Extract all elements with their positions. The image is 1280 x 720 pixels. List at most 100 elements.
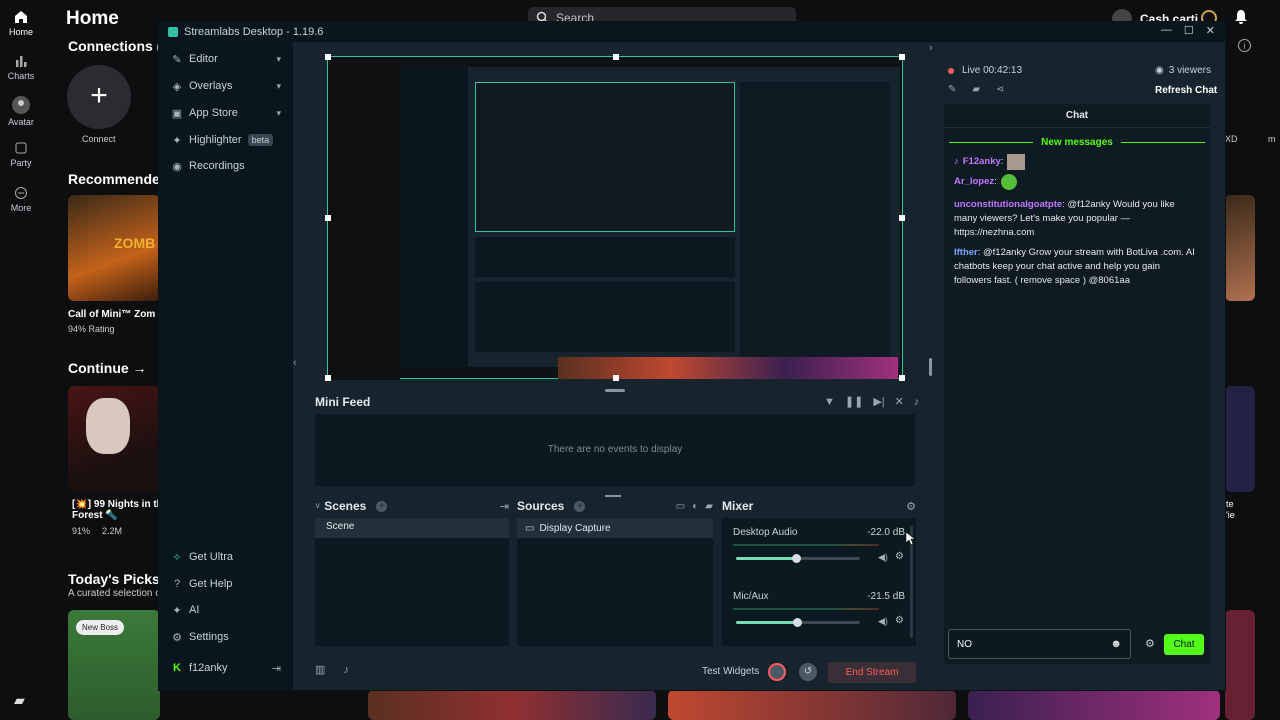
chat-username[interactable]: F12anky	[963, 155, 1001, 169]
stream-preview[interactable]	[325, 54, 905, 381]
add-scene-icon[interactable]: +	[376, 500, 388, 512]
mixer-settings-icon[interactable]: ⚙	[906, 500, 916, 513]
sidebar-item-recordings[interactable]: ◉ Recordings	[159, 153, 293, 179]
mixer-header: Mixer ⚙	[722, 499, 916, 513]
speaker-icon[interactable]: ◀)	[878, 552, 888, 563]
notifications-icon[interactable]	[1234, 9, 1248, 30]
game2-title[interactable]: [💥] 99 Nights in th	[72, 499, 160, 510]
info-icon[interactable]: i	[1238, 39, 1251, 52]
beta-badge: beta	[247, 134, 274, 146]
new-messages-divider: New messages	[944, 137, 1210, 148]
scene-item[interactable]: Scene	[315, 518, 509, 538]
chat-input[interactable]: NO ☻	[948, 629, 1131, 659]
game-thumbnail-99-nights[interactable]	[68, 386, 160, 492]
minimize-icon[interactable]: —	[1161, 24, 1172, 37]
maximize-icon[interactable]: ☐	[1184, 24, 1194, 37]
folder-icon[interactable]: ▰	[705, 501, 713, 512]
sidebar-item-settings[interactable]: ⚙ Settings	[159, 624, 293, 650]
more-icon	[15, 187, 27, 199]
editor-icon: ✎	[172, 53, 182, 66]
slider-knob[interactable]	[792, 618, 802, 627]
nav-more[interactable]: More	[0, 186, 42, 213]
scenes-header: ˅ Scenes + ⇥	[315, 499, 509, 513]
slider-knob[interactable]	[791, 554, 801, 563]
filter-icon[interactable]: ▼	[824, 396, 835, 408]
game-title[interactable]: Call of Mini™ Zom	[68, 309, 160, 320]
share-icon[interactable]: ⋖	[996, 84, 1004, 95]
emoji-icon[interactable]: ☻	[1110, 638, 1122, 650]
continue-heading[interactable]: Continue →	[68, 360, 147, 376]
notification-bell-icon[interactable]: ♪	[343, 664, 349, 676]
sources-header: Sources + ▭ ◐ ▰	[517, 499, 713, 513]
skip-icon[interactable]: ▶|	[873, 395, 884, 408]
nav-party[interactable]: Party	[0, 141, 42, 168]
right-connection-label-2: m	[1268, 134, 1276, 144]
drag-handle-2[interactable]	[605, 495, 621, 497]
chat-text: : @f12anky Grow your stream with BotLiva…	[954, 247, 1195, 286]
game-thumbnail[interactable]: ZOMB	[68, 195, 160, 301]
mute-alerts-icon[interactable]: ✕	[895, 395, 904, 408]
minifeed-empty-text: There are no events to display	[547, 444, 683, 455]
nav-avatar[interactable]: Avatar	[0, 96, 42, 127]
nav-charts[interactable]: Charts	[0, 54, 42, 81]
chat-username[interactable]: Ar_lopez	[954, 175, 994, 189]
sidebar-item-app-store[interactable]: ▣ App Store ▾	[159, 100, 293, 126]
slider-fill	[736, 621, 797, 624]
source-group-icon[interactable]: ▭	[676, 501, 685, 512]
drag-handle[interactable]	[605, 389, 625, 392]
window-titlebar: Streamlabs Desktop - 1.19.6 — ☐ ✕	[159, 22, 1225, 42]
speaker-icon[interactable]: ◀)	[878, 616, 888, 627]
chat-username[interactable]: unconstitutionalgoatpte	[954, 199, 1062, 210]
game-thumbnail-right-3[interactable]	[1225, 610, 1255, 720]
volume-slider-mic[interactable]	[736, 618, 860, 627]
chat-settings-icon[interactable]: ⚙	[1145, 637, 1155, 650]
pause-icon[interactable]: ❚❚	[845, 395, 863, 408]
add-source-icon[interactable]: +	[574, 500, 586, 512]
refresh-chat-button[interactable]: Refresh Chat	[1155, 85, 1217, 96]
record-button[interactable]	[768, 663, 786, 681]
connect-button[interactable]: +	[67, 65, 131, 129]
new-messages-label: New messages	[1041, 137, 1113, 148]
performance-icon[interactable]: ▥	[315, 663, 325, 676]
sidebar-item-get-help[interactable]: ? Get Help	[159, 571, 293, 597]
replay-buffer-icon[interactable]: ↺	[799, 663, 817, 681]
sidebar-item-overlays[interactable]: ◈ Overlays ▾	[159, 73, 293, 99]
game-thumbnail-right-2[interactable]	[1225, 386, 1255, 492]
volume-slider-desktop[interactable]	[736, 554, 860, 563]
game-thumbnail-right[interactable]	[1225, 195, 1255, 301]
party-icon	[15, 142, 27, 154]
end-stream-button[interactable]: End Stream	[828, 662, 916, 683]
source-item[interactable]: ▭ Display Capture	[517, 518, 713, 538]
chat-username[interactable]: Ifther	[954, 247, 978, 258]
chat-title: Chat	[944, 104, 1210, 128]
source-properties-icon[interactable]: ◐	[692, 501, 698, 512]
channel-settings-icon[interactable]: ⚙	[895, 615, 904, 626]
chat-text: :	[1000, 156, 1004, 167]
edit-stream-icon[interactable]: ✎	[948, 84, 956, 95]
volume-icon[interactable]: ♪	[914, 396, 920, 408]
chat-send-button[interactable]: Chat	[1164, 634, 1204, 655]
nav-home[interactable]: Home	[0, 10, 42, 37]
eye-icon: ◉	[1155, 65, 1164, 76]
resize-handle[interactable]	[929, 358, 932, 376]
channel-settings-icon[interactable]: ⚙	[895, 551, 904, 562]
logout-icon[interactable]: ⇥	[272, 662, 281, 675]
sidebar-item-editor[interactable]: ✎ Editor ▾	[159, 46, 293, 72]
sidebar-item-get-ultra[interactable]: ✧ Get Ultra	[159, 544, 293, 570]
close-icon[interactable]: ✕	[1206, 24, 1215, 37]
collapse-sidebar-icon[interactable]: ‹	[293, 357, 297, 369]
chevron-down-icon[interactable]: ˅	[315, 501, 320, 511]
chat-text: :	[994, 176, 997, 187]
expand-chat-icon[interactable]: ›	[929, 42, 933, 54]
camera-icon[interactable]: ▰	[972, 84, 980, 95]
scene-transition-icon[interactable]: ⇥	[500, 500, 509, 513]
game-thumbnail-new-boss[interactable]: New Boss	[68, 610, 160, 720]
game2-title-line2[interactable]: Forest 🔦	[72, 510, 118, 521]
plus-icon: +	[90, 79, 108, 112]
sidebar-account[interactable]: Kf12anky ⇥	[159, 655, 293, 681]
volume-meter	[733, 608, 879, 610]
emote-image	[1000, 174, 1017, 190]
streamlabs-sidebar: ✎ Editor ▾ ◈ Overlays ▾ ▣ App Store ▾ ✦ Highlig…	[159, 42, 293, 690]
sidebar-item-highlighter[interactable]: ✦ Highlighter beta	[159, 127, 293, 153]
sidebar-item-ai[interactable]: ✦ AI	[159, 597, 293, 623]
